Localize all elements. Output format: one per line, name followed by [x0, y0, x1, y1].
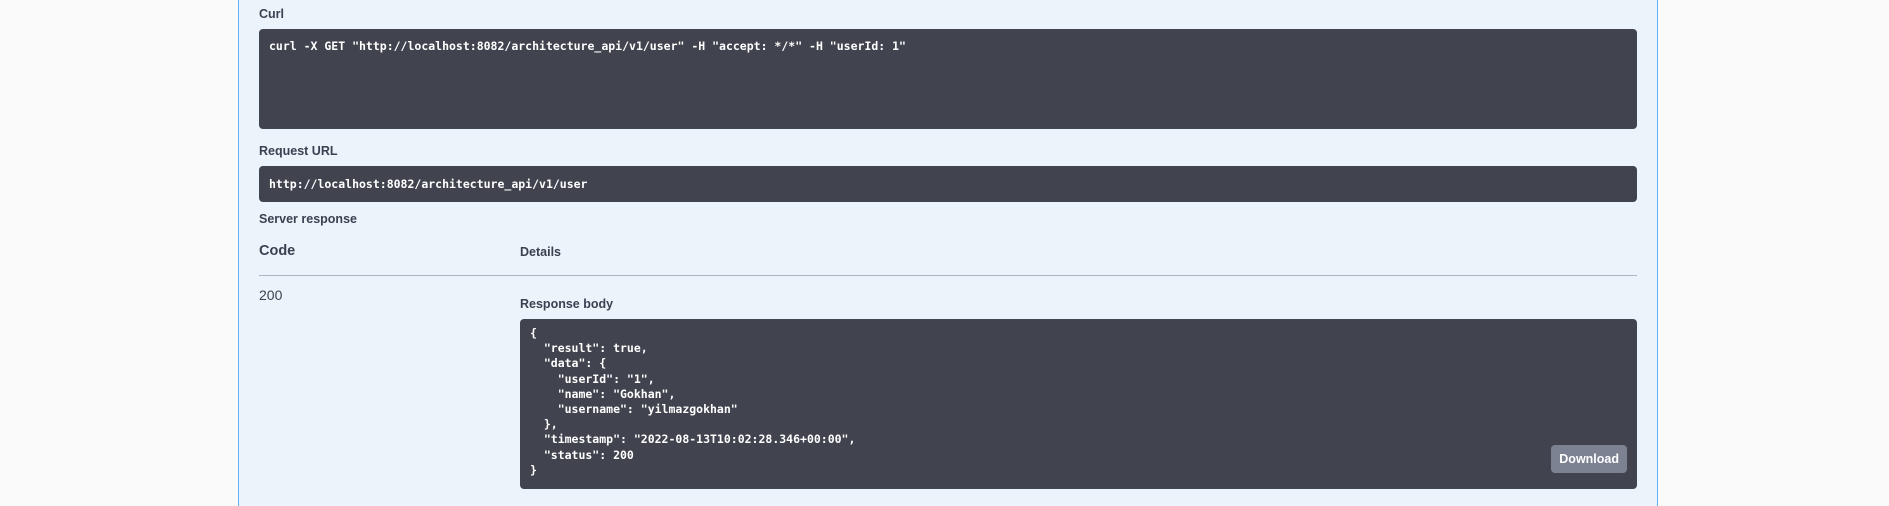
code-column-header: Code: [259, 243, 296, 259]
curl-label: Curl: [259, 7, 284, 21]
table-divider: [259, 275, 1637, 276]
response-body-label: Response body: [520, 297, 614, 311]
server-response-label: Server response: [259, 212, 357, 226]
curl-command-block[interactable]: curl -X GET "http://localhost:8082/archi…: [259, 29, 1637, 129]
download-button[interactable]: Download: [1551, 445, 1627, 473]
details-column-header: Details: [520, 245, 561, 259]
response-status-code: 200: [259, 287, 283, 303]
request-url-block[interactable]: http://localhost:8082/architecture_api/v…: [259, 166, 1637, 202]
request-url-label: Request URL: [259, 144, 338, 158]
response-body-block[interactable]: { "result": true, "data": { "userId": "1…: [520, 319, 1637, 489]
curl-command-text: curl -X GET "http://localhost:8082/archi…: [269, 39, 906, 53]
operation-panel: Curl curl -X GET "http://localhost:8082/…: [238, 0, 1658, 506]
response-body-json: { "result": true, "data": { "userId": "1…: [530, 326, 856, 477]
request-url-text: http://localhost:8082/architecture_api/v…: [269, 177, 588, 191]
